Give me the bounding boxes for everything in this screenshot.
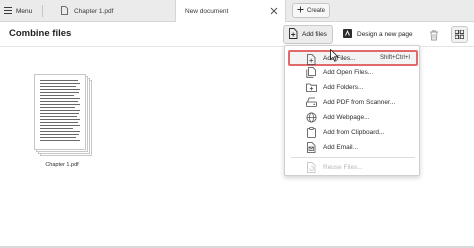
- delete-button[interactable]: [428, 28, 440, 41]
- menu-item-label: Add Webpage...: [323, 114, 370, 121]
- add-files-label: Add files: [302, 31, 327, 38]
- document-icon: [61, 5, 68, 17]
- add-files-button[interactable]: Add files: [283, 25, 333, 44]
- toolbar: Combine files Add files Design a new pag…: [0, 22, 474, 46]
- create-label: Create: [306, 7, 325, 14]
- menu-item-add-files[interactable]: Add Files... Shift+Ctrl+I: [288, 50, 418, 66]
- menu-item-label: Add Folders...: [323, 84, 364, 91]
- menu-button[interactable]: Menu: [4, 3, 32, 19]
- design-page-icon: [343, 29, 352, 40]
- page-text-preview: [40, 80, 80, 141]
- reuse-files-icon: [306, 162, 317, 173]
- page-sheet: [34, 74, 86, 150]
- menu-separator: [291, 157, 415, 158]
- tab-label: Chapter 1.pdf: [74, 7, 114, 15]
- menu-item-label: Add Files...: [323, 55, 356, 62]
- globe-icon: [306, 112, 317, 123]
- tab-chapter-1[interactable]: Chapter 1.pdf: [52, 0, 172, 22]
- plus-icon: [297, 6, 304, 15]
- menu-item-add-open-files[interactable]: Add Open Files...: [285, 65, 421, 80]
- design-label: Design a new page: [357, 31, 413, 38]
- menu-item-add-email[interactable]: Add Email...: [285, 140, 421, 155]
- trash-icon: [428, 28, 440, 45]
- add-file-icon: [306, 54, 317, 65]
- menu-item-label: Add Open Files...: [323, 69, 374, 76]
- open-files-icon: [306, 67, 317, 78]
- file-thumbnail-card[interactable]: Chapter 1.pdf: [28, 72, 96, 172]
- add-file-icon: [289, 28, 298, 41]
- add-files-dropdown: Add Files... Shift+Ctrl+I Add Open Files…: [284, 45, 420, 176]
- create-button[interactable]: Create: [292, 3, 330, 18]
- menu-item-label: Add from Clipboard...: [323, 129, 385, 136]
- close-tab-icon[interactable]: [270, 7, 278, 15]
- menu-item-add-pdf-from-scanner[interactable]: Add PDF from Scanner...: [285, 95, 421, 110]
- tab-label: New document: [185, 7, 229, 15]
- menu-item-reuse-files: Reuse Files...: [285, 160, 421, 175]
- file-name-label: Chapter 1.pdf: [45, 162, 79, 168]
- email-icon: [306, 142, 317, 153]
- mouse-cursor-icon: [330, 48, 339, 62]
- menu-item-add-from-clipboard[interactable]: Add from Clipboard...: [285, 125, 421, 140]
- menu-item-label: Add Email...: [323, 144, 359, 151]
- scanner-icon: [306, 97, 317, 108]
- keyboard-shortcut: Shift+Ctrl+I: [379, 55, 410, 61]
- grid-view-button[interactable]: [451, 26, 468, 43]
- grid-icon: [454, 26, 465, 44]
- menu-item-label: Add PDF from Scanner...: [323, 99, 396, 106]
- app-window: Menu Chapter 1.pdf New document Create C…: [0, 0, 474, 248]
- tab-new-document[interactable]: New document: [175, 0, 286, 22]
- clipboard-icon: [306, 127, 317, 138]
- tab-divider: [42, 5, 43, 17]
- menu-item-add-webpage[interactable]: Add Webpage...: [285, 110, 421, 125]
- tab-strip: Menu Chapter 1.pdf New document Create: [0, 0, 474, 22]
- page-stack-thumbnail: [28, 72, 96, 160]
- design-new-page-button[interactable]: Design a new page: [343, 25, 413, 44]
- folder-icon: [306, 82, 317, 93]
- menu-item-label: Reuse Files...: [323, 164, 363, 171]
- menu-item-add-folders[interactable]: Add Folders...: [285, 80, 421, 95]
- hamburger-icon: [4, 6, 12, 16]
- menu-label: Menu: [16, 7, 33, 15]
- page-title: Combine files: [9, 28, 72, 39]
